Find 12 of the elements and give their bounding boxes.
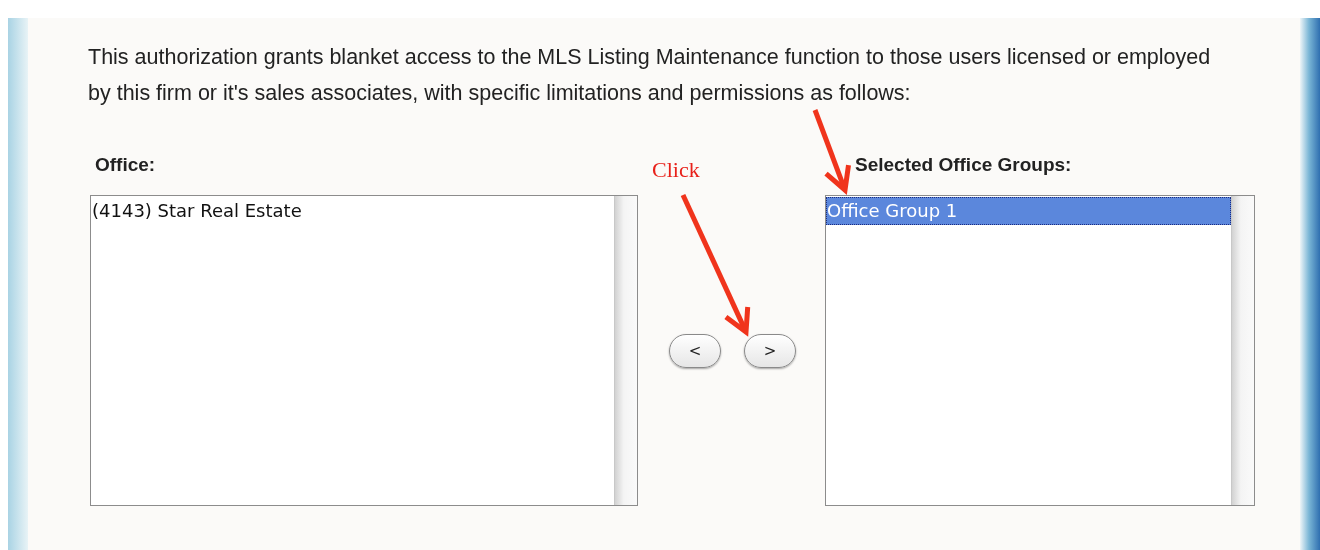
scrollbar[interactable] [1231, 196, 1254, 505]
move-button[interactable]: < [669, 333, 721, 368]
list-option[interactable]: Office Group 1 [826, 197, 1231, 225]
annotation-label: Click [652, 157, 700, 183]
intro-paragraph: This authorization grants blanket access to the MLS Listing Maintenance function to those users licensed or employed by this firm or it's sales associates, with specific limitations and permissions as follows: [88, 44, 1212, 107]
move-button[interactable]: > [744, 333, 796, 368]
list-option[interactable]: (4143) Star Real Estate [91, 197, 614, 225]
selected-groups-listbox[interactable]: Office Group 1 [825, 195, 1255, 506]
office-label: Office: [94, 153, 156, 177]
office-listbox[interactable]: (4143) Star Real Estate [90, 195, 638, 506]
scrollbar[interactable] [614, 196, 637, 505]
selected-groups-label: Selected Office Groups: [854, 153, 1072, 177]
